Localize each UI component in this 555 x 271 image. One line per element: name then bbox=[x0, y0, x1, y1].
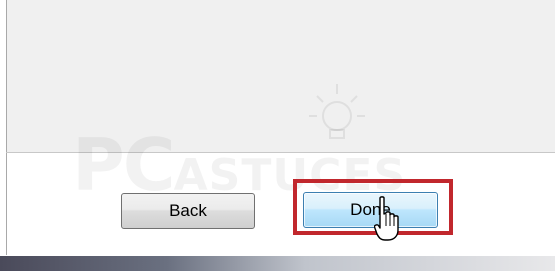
dialog-footer bbox=[6, 153, 555, 255]
dialog-content-area bbox=[6, 0, 555, 152]
taskbar-strip bbox=[0, 256, 555, 271]
dialog-window: PCASTUCES Back Done bbox=[0, 0, 555, 271]
back-button-label: Back bbox=[169, 201, 207, 220]
back-button[interactable]: Back bbox=[121, 193, 255, 229]
done-button[interactable]: Done bbox=[303, 192, 438, 228]
done-button-label: Done bbox=[350, 200, 391, 219]
